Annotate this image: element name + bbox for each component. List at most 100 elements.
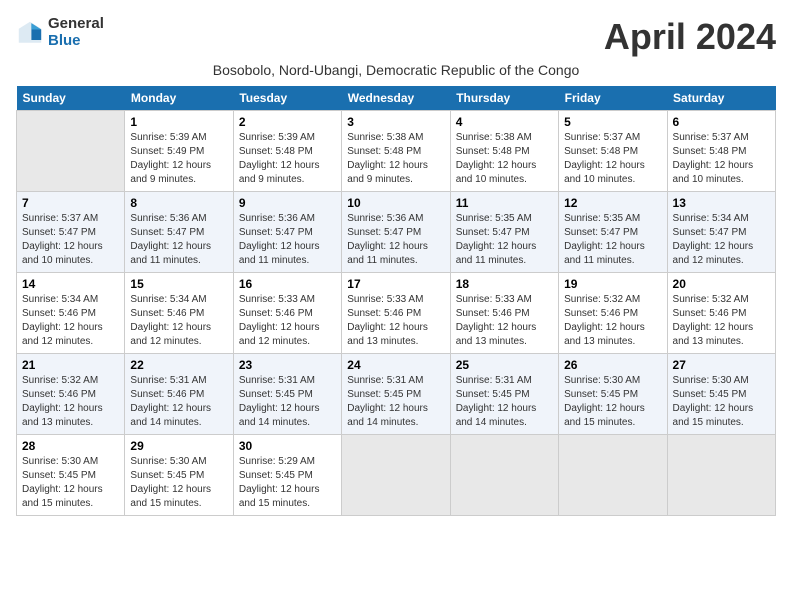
day-number: 8 — [130, 196, 227, 210]
calendar-week-row: 1Sunrise: 5:39 AMSunset: 5:49 PMDaylight… — [17, 111, 776, 192]
day-info: Sunrise: 5:31 AMSunset: 5:46 PMDaylight:… — [130, 374, 227, 430]
day-number: 19 — [564, 277, 661, 291]
calendar-cell — [342, 435, 450, 516]
calendar-cell: 2Sunrise: 5:39 AMSunset: 5:48 PMDaylight… — [233, 111, 341, 192]
day-info: Sunrise: 5:36 AMSunset: 5:47 PMDaylight:… — [239, 212, 336, 268]
day-info: Sunrise: 5:38 AMSunset: 5:48 PMDaylight:… — [456, 131, 553, 187]
calendar-cell: 12Sunrise: 5:35 AMSunset: 5:47 PMDayligh… — [559, 192, 667, 273]
calendar-cell: 21 Sunrise: 5:32 AMSunset: 5:46 PMDayligh… — [17, 354, 125, 435]
logo-icon — [16, 19, 44, 47]
day-header-monday: Monday — [125, 86, 233, 111]
day-info: Sunrise: 5:31 AMSunset: 5:45 PMDaylight:… — [347, 374, 444, 430]
day-info: Sunrise: 5:32 AMSunset: 5:46 PMDaylight:… — [22, 374, 119, 430]
page-header: General Blue April 2024 — [16, 16, 776, 58]
logo-text: General Blue — [48, 16, 104, 49]
calendar-cell: 13 Sunrise: 5:34 AMSunset: 5:47 PMDayligh… — [667, 192, 775, 273]
day-number: 3 — [347, 115, 444, 129]
calendar-cell: 4 Sunrise: 5:38 AMSunset: 5:48 PMDaylight… — [450, 111, 558, 192]
day-info: Sunrise: 5:37 AMSunset: 5:48 PMDaylight:… — [564, 131, 661, 187]
calendar-cell — [17, 111, 125, 192]
logo-line2: Blue — [48, 33, 104, 50]
calendar-cell: 22 Sunrise: 5:31 AMSunset: 5:46 PMDayligh… — [125, 354, 233, 435]
calendar-cell: 28 Sunrise: 5:30 AMSunset: 5:45 PMDayligh… — [17, 435, 125, 516]
day-number: 12 — [564, 196, 661, 210]
calendar-cell: 18Sunrise: 5:33 AMSunset: 5:46 PMDayligh… — [450, 273, 558, 354]
calendar-header-row: SundayMondayTuesdayWednesdayThursdayFrid… — [17, 86, 776, 111]
calendar-cell: 25Sunrise: 5:31 AMSunset: 5:45 PMDayligh… — [450, 354, 558, 435]
day-number: 22 — [130, 358, 227, 372]
day-number: 14 — [22, 277, 119, 291]
day-info: Sunrise: 5:39 AMSunset: 5:48 PMDaylight:… — [239, 131, 336, 187]
day-info: Sunrise: 5:36 AMSunset: 5:47 PMDaylight:… — [130, 212, 227, 268]
day-info: Sunrise: 5:30 AMSunset: 5:45 PMDaylight:… — [673, 374, 770, 430]
calendar-cell: 8 Sunrise: 5:36 AMSunset: 5:47 PMDaylight… — [125, 192, 233, 273]
day-number: 10 — [347, 196, 444, 210]
calendar-cell: 11 Sunrise: 5:35 AMSunset: 5:47 PMDayligh… — [450, 192, 558, 273]
day-info: Sunrise: 5:30 AMSunset: 5:45 PMDaylight:… — [22, 455, 119, 511]
calendar-cell: 29Sunrise: 5:30 AMSunset: 5:45 PMDayligh… — [125, 435, 233, 516]
day-number: 1 — [130, 115, 227, 129]
calendar-cell: 23 Sunrise: 5:31 AMSunset: 5:45 PMDayligh… — [233, 354, 341, 435]
calendar-cell: 7 Sunrise: 5:37 AMSunset: 5:47 PMDaylight… — [17, 192, 125, 273]
subtitle: Bosobolo, Nord-Ubangi, Democratic Republ… — [16, 62, 776, 78]
day-number: 9 — [239, 196, 336, 210]
day-info: Sunrise: 5:29 AMSunset: 5:45 PMDaylight:… — [239, 455, 336, 511]
day-header-sunday: Sunday — [17, 86, 125, 111]
day-number: 21 — [22, 358, 119, 372]
calendar-cell — [450, 435, 558, 516]
day-number: 28 — [22, 439, 119, 453]
calendar-cell: 3 Sunrise: 5:38 AMSunset: 5:48 PMDaylight… — [342, 111, 450, 192]
day-info: Sunrise: 5:36 AMSunset: 5:47 PMDaylight:… — [347, 212, 444, 268]
calendar-cell: 27 Sunrise: 5:30 AMSunset: 5:45 PMDayligh… — [667, 354, 775, 435]
day-info: Sunrise: 5:30 AMSunset: 5:45 PMDaylight:… — [130, 455, 227, 511]
day-number: 7 — [22, 196, 119, 210]
day-header-saturday: Saturday — [667, 86, 775, 111]
day-header-thursday: Thursday — [450, 86, 558, 111]
day-info: Sunrise: 5:32 AMSunset: 5:46 PMDaylight:… — [564, 293, 661, 349]
calendar-cell: 17 Sunrise: 5:33 AMSunset: 5:46 PMDayligh… — [342, 273, 450, 354]
calendar-cell: 19 Sunrise: 5:32 AMSunset: 5:46 PMDayligh… — [559, 273, 667, 354]
logo: General Blue — [16, 16, 104, 49]
day-number: 13 — [673, 196, 770, 210]
calendar-cell: 30 Sunrise: 5:29 AMSunset: 5:45 PMDayligh… — [233, 435, 341, 516]
calendar-cell: 26 Sunrise: 5:30 AMSunset: 5:45 PMDayligh… — [559, 354, 667, 435]
calendar-cell — [667, 435, 775, 516]
day-number: 11 — [456, 196, 553, 210]
day-number: 16 — [239, 277, 336, 291]
day-header-tuesday: Tuesday — [233, 86, 341, 111]
calendar-body: 1Sunrise: 5:39 AMSunset: 5:49 PMDaylight… — [17, 111, 776, 516]
day-number: 17 — [347, 277, 444, 291]
day-info: Sunrise: 5:30 AMSunset: 5:45 PMDaylight:… — [564, 374, 661, 430]
day-header-wednesday: Wednesday — [342, 86, 450, 111]
day-number: 23 — [239, 358, 336, 372]
day-number: 4 — [456, 115, 553, 129]
day-info: Sunrise: 5:37 AMSunset: 5:48 PMDaylight:… — [673, 131, 770, 187]
calendar-cell: 24 Sunrise: 5:31 AMSunset: 5:45 PMDayligh… — [342, 354, 450, 435]
day-info: Sunrise: 5:37 AMSunset: 5:47 PMDaylight:… — [22, 212, 119, 268]
day-number: 24 — [347, 358, 444, 372]
day-number: 30 — [239, 439, 336, 453]
day-info: Sunrise: 5:38 AMSunset: 5:48 PMDaylight:… — [347, 131, 444, 187]
day-info: Sunrise: 5:34 AMSunset: 5:47 PMDaylight:… — [673, 212, 770, 268]
day-number: 6 — [673, 115, 770, 129]
calendar-cell — [559, 435, 667, 516]
calendar-week-row: 28 Sunrise: 5:30 AMSunset: 5:45 PMDayligh… — [17, 435, 776, 516]
day-header-friday: Friday — [559, 86, 667, 111]
calendar-cell: 1Sunrise: 5:39 AMSunset: 5:49 PMDaylight… — [125, 111, 233, 192]
day-number: 15 — [130, 277, 227, 291]
day-info: Sunrise: 5:31 AMSunset: 5:45 PMDaylight:… — [456, 374, 553, 430]
calendar-cell: 14Sunrise: 5:34 AMSunset: 5:46 PMDayligh… — [17, 273, 125, 354]
calendar-week-row: 14 Sunrise: 5:34 AMSunset: 5:46 PMDayligh… — [17, 273, 776, 354]
day-number: 5 — [564, 115, 661, 129]
day-info: Sunrise: 5:31 AMSunset: 5:45 PMDaylight:… — [239, 374, 336, 430]
day-number: 27 — [673, 358, 770, 372]
day-number: 26 — [564, 358, 661, 372]
calendar-week-row: 7 Sunrise: 5:37 AMSunset: 5:47 PMDaylight… — [17, 192, 776, 273]
day-info: Sunrise: 5:33 AMSunset: 5:46 PMDaylight:… — [347, 293, 444, 349]
calendar-cell: 15 Sunrise: 5:34 AMSunset: 5:46 PMDayligh… — [125, 273, 233, 354]
day-info: Sunrise: 5:35 AMSunset: 5:47 PMDaylight:… — [456, 212, 553, 268]
day-number: 20 — [673, 277, 770, 291]
month-title: April 2024 — [604, 16, 776, 58]
day-info: Sunrise: 5:34 AMSunset: 5:46 PMDaylight:… — [130, 293, 227, 349]
calendar-week-row: 21 Sunrise: 5:32 AMSunset: 5:46 PMDayligh… — [17, 354, 776, 435]
